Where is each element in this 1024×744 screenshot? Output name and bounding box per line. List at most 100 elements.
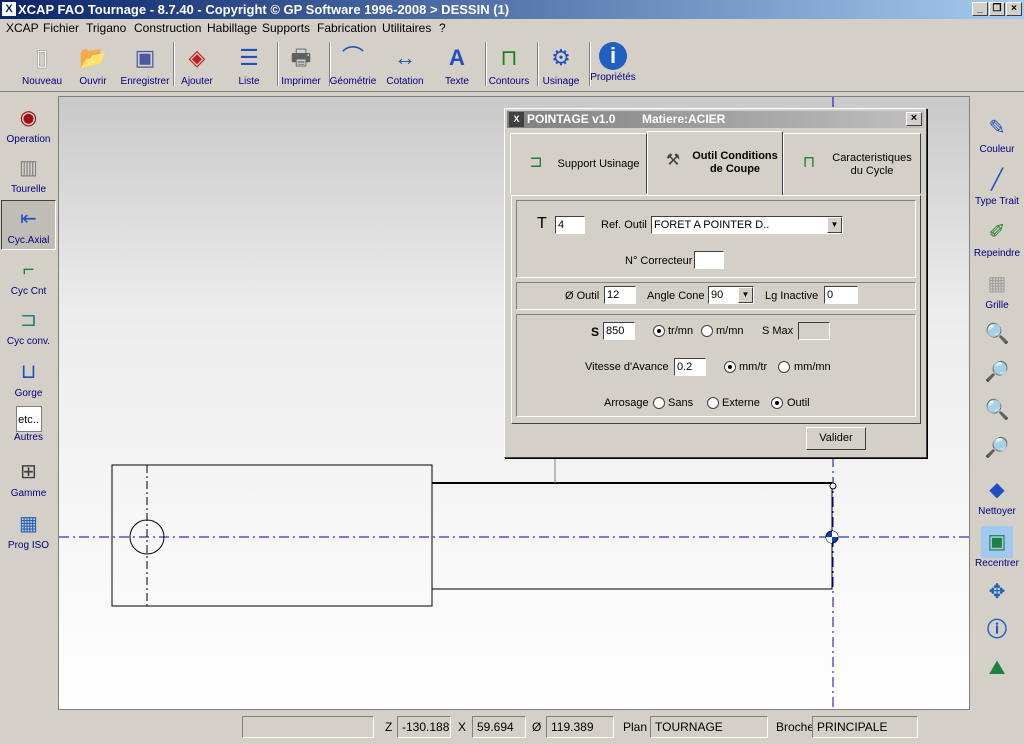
x-value: 59.694 (472, 716, 526, 738)
contours-button[interactable]: ⊓ Contours (481, 40, 537, 90)
cyc-conv-button[interactable]: ⊐ Cyc conv. (1, 302, 56, 352)
smax-input[interactable] (798, 322, 830, 340)
liste-button[interactable]: ☰ Liste (221, 40, 277, 90)
proprietes-button[interactable]: i Propriétés (585, 40, 641, 90)
arrosage-externe-radio[interactable] (707, 397, 719, 409)
dialog-close-button[interactable]: × (906, 112, 922, 126)
mmtr-radio[interactable] (724, 361, 736, 373)
cyc-axial-button[interactable]: ⇤ Cyc.Axial (1, 200, 56, 250)
left-palette: ◉ Operation ▥ Tourelle ⇤ Cyc.Axial ⌐ Cyc Cnt… (0, 92, 57, 710)
app-icon: X (2, 2, 16, 16)
correcteur-input[interactable] (694, 251, 724, 269)
pointage-dialog: X POINTAGE v1.0 Matiere:ACIER × ⊐ Suppor… (504, 108, 927, 458)
outil-panel: T 4 Ref. Outil FORET A POINTER D.. ▼ N° … (511, 195, 921, 424)
plan-label: Plan (623, 720, 648, 734)
cycle-characteristics-icon: ⊓ (802, 154, 816, 171)
zoom-previous-button[interactable]: 🔍 (970, 390, 1024, 426)
geometry-section: Ø Outil 12 Angle Cone 90 ▼ Lg Inactive 0 (516, 282, 916, 310)
prog-iso-button[interactable]: ▦ Prog ISO (1, 506, 56, 556)
arrosage-sans-radio[interactable] (653, 397, 665, 409)
tab-outil-conditions[interactable]: ⚒ Outil Conditions de Coupe (647, 131, 783, 195)
info-icon: i (599, 42, 627, 70)
diameter-label: Ø (532, 720, 542, 734)
conventional-cycle-icon: ⊐ (20, 309, 37, 331)
ajouter-button[interactable]: ◈ Ajouter (169, 40, 225, 90)
vitesse-avance-input[interactable]: 0.2 (674, 358, 706, 376)
trmn-label: tr/mn (668, 325, 694, 337)
axial-cycle-icon: ⇤ (20, 208, 37, 230)
menu-fabrication[interactable]: Fabrication (317, 21, 376, 35)
landscape-button[interactable]: ⛰ (970, 648, 1024, 684)
ref-outil-dropdown-arrow[interactable]: ▼ (827, 217, 842, 233)
info-button[interactable]: ⓘ (970, 610, 1024, 646)
grille-button[interactable]: ▦ Grille (970, 264, 1024, 314)
z-value: -130.188 (397, 716, 451, 738)
lg-inactive-input[interactable]: 0 (824, 286, 858, 304)
gorge-button[interactable]: ⊔ Gorge (1, 354, 56, 404)
main-toolbar: ▯ Nouveau 📂 Ouvrir ▣ Enregistrer ◈ Ajouter ☰… (0, 38, 1024, 92)
recentrer-button[interactable]: ▣ Recentrer (970, 522, 1024, 572)
save-icon: ▣ (134, 45, 156, 70)
line-type-icon: ╱ (990, 169, 1004, 191)
ouvrir-button[interactable]: 📂 Ouvrir (65, 40, 121, 90)
menu-construction[interactable]: Construction (134, 21, 201, 35)
pan-button[interactable]: ✥ (970, 572, 1024, 608)
tab-caracteristiques-cycle[interactable]: ⊓ Caracteristiques du Cycle (783, 133, 921, 194)
type-trait-button[interactable]: ╱ Type Trait (970, 160, 1024, 210)
menu-habillage[interactable]: Habillage (207, 21, 257, 35)
dimension-icon: ↔ (394, 45, 416, 70)
menu-help[interactable]: ? (439, 21, 446, 35)
t-input[interactable]: 4 (555, 216, 585, 234)
iso-program-icon: ▦ (19, 513, 38, 535)
trmn-radio[interactable] (653, 325, 665, 337)
vitesse-avance-label: Vitesse d'Avance (585, 361, 669, 373)
menu-utilitaires[interactable]: Utilitaires (382, 21, 431, 35)
tab-support-usinage[interactable]: ⊐ Support Usinage (510, 133, 647, 194)
texte-button[interactable]: A Texte (429, 40, 485, 90)
arrosage-outil-radio[interactable] (771, 397, 783, 409)
arrosage-externe-label: Externe (722, 397, 760, 409)
s-input[interactable]: 850 (603, 322, 635, 340)
part-small-diameter (432, 482, 833, 590)
etc-icon: etc.. (15, 406, 42, 432)
pan-hand-icon: ✥ (988, 581, 1006, 603)
valider-button[interactable]: Valider (806, 427, 866, 450)
menu-fichier[interactable]: Fichier (43, 21, 79, 35)
enregistrer-button[interactable]: ▣ Enregistrer (117, 40, 173, 90)
ref-outil-combo[interactable]: FORET A POINTER D.. ▼ (651, 216, 843, 234)
smax-label: S Max (762, 325, 794, 337)
zoom-window-button[interactable]: 🔍 (970, 314, 1024, 350)
close-button[interactable]: × (1006, 2, 1022, 16)
mmn-radio[interactable] (701, 325, 713, 337)
operation-button[interactable]: ◉ Operation (1, 100, 56, 150)
cyc-cnt-button[interactable]: ⌐ Cyc Cnt (1, 252, 56, 302)
menu-trigano[interactable]: Trigano (86, 21, 126, 35)
correcteur-label: N° Correcteur (625, 255, 693, 267)
couleur-button[interactable]: ✎ Couleur (970, 108, 1024, 158)
tourelle-button[interactable]: ▥ Tourelle (1, 150, 56, 200)
zoom-in-icon: 🔎 (984, 437, 1010, 459)
cotation-button[interactable]: ↔ Cotation (377, 40, 433, 90)
window-title: XCAP FAO Tournage - 8.7.40 - Copyright ©… (18, 2, 510, 17)
autres-button[interactable]: etc.. Autres (1, 404, 56, 454)
menu-xcap[interactable]: XCAP (6, 21, 39, 35)
routing-tree-icon: ⊞ (20, 461, 37, 483)
angle-cone-combo[interactable]: 90 ▼ (708, 286, 754, 304)
nettoyer-button[interactable]: ◆ Nettoyer (970, 470, 1024, 520)
usinage-button[interactable]: ⚙ Usinage (533, 40, 589, 90)
dialog-title-bar[interactable]: X POINTAGE v1.0 Matiere:ACIER × (507, 111, 924, 128)
zoom-out-button[interactable]: 🔎 (970, 352, 1024, 388)
zoom-in-button[interactable]: 🔎 (970, 428, 1024, 464)
mmmn-radio[interactable] (778, 361, 790, 373)
nouveau-button[interactable]: ▯ Nouveau (14, 40, 70, 90)
grid-icon: ▦ (987, 273, 1007, 295)
gamme-button[interactable]: ⊞ Gamme (1, 454, 56, 504)
minimize-button[interactable]: _ (972, 2, 988, 16)
geometrie-button[interactable]: ⌒ Géométrie (325, 40, 381, 90)
angle-cone-dropdown-arrow[interactable]: ▼ (738, 287, 753, 303)
imprimer-button[interactable]: 🖶 Imprimer (273, 40, 329, 90)
repeindre-button[interactable]: ✐ Repeindre (970, 212, 1024, 262)
menu-supports[interactable]: Supports (262, 21, 310, 35)
diam-outil-input[interactable]: 12 (604, 286, 636, 304)
maximize-button[interactable]: ❐ (989, 2, 1005, 16)
